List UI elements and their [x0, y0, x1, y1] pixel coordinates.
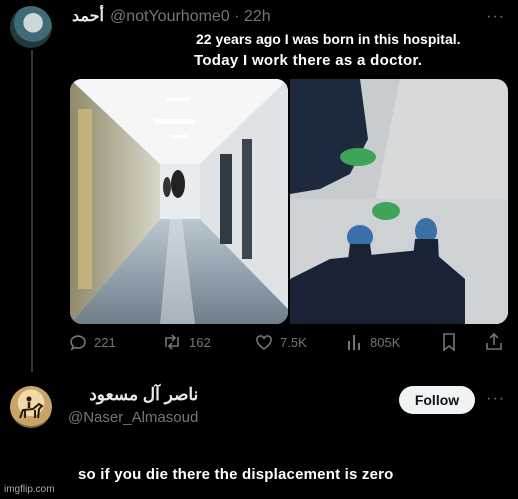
bookmark-button[interactable] [440, 332, 458, 352]
thread-line [31, 50, 33, 372]
post-header: أحمد @notYourhome0 · 22h [72, 6, 271, 26]
repost-button[interactable]: 162 [161, 332, 211, 352]
separator-dot: · [234, 8, 240, 25]
meme-caption-top-2: Today I work there as a doctor. [194, 52, 423, 69]
reply-icon [70, 335, 86, 351]
heart-icon [256, 335, 272, 350]
action-bar: 221 162 7.5K 805K [68, 332, 506, 356]
repost-count: 162 [189, 334, 211, 350]
repost-icon [165, 334, 179, 350]
views-button[interactable]: 805K [346, 332, 400, 352]
share-button[interactable] [484, 332, 504, 352]
scrubs-feet-photo[interactable] [290, 79, 508, 324]
reply-button[interactable]: 221 [68, 332, 116, 352]
user-handle[interactable]: @Naser_Almasoud [68, 409, 198, 426]
more-options-icon[interactable]: ··· [486, 8, 505, 26]
corridor-photo[interactable] [70, 79, 288, 324]
user-info: ناصر آل مسعود @Naser_Almasoud [68, 385, 198, 426]
post-time[interactable]: 22h [244, 8, 271, 25]
imgflip-watermark: imgflip.com [4, 484, 55, 495]
like-count: 7.5K [280, 334, 307, 350]
author-name[interactable]: أحمد [72, 8, 104, 25]
author-handle[interactable]: @notYourhome0 [110, 8, 230, 25]
meme-caption-bottom: so if you die there the displacement is … [78, 466, 394, 483]
corridor-illustration [70, 79, 288, 324]
horse-rider-icon [19, 396, 44, 419]
like-button[interactable]: 7.5K [254, 332, 307, 352]
author-avatar[interactable] [10, 6, 52, 48]
user-name[interactable]: ناصر آل مسعود [68, 385, 198, 405]
view-count: 805K [370, 334, 401, 350]
follow-button[interactable]: Follow [399, 386, 475, 414]
bookmark-icon [443, 333, 455, 352]
share-icon [486, 332, 502, 350]
feet-illustration [290, 79, 508, 324]
user-avatar[interactable] [10, 386, 52, 428]
meme-caption-top-1: 22 years ago I was born in this hospital… [196, 31, 461, 47]
user-more-options-icon[interactable]: ··· [486, 390, 505, 408]
reply-count: 221 [94, 334, 116, 350]
views-bar-chart-icon [348, 335, 360, 350]
